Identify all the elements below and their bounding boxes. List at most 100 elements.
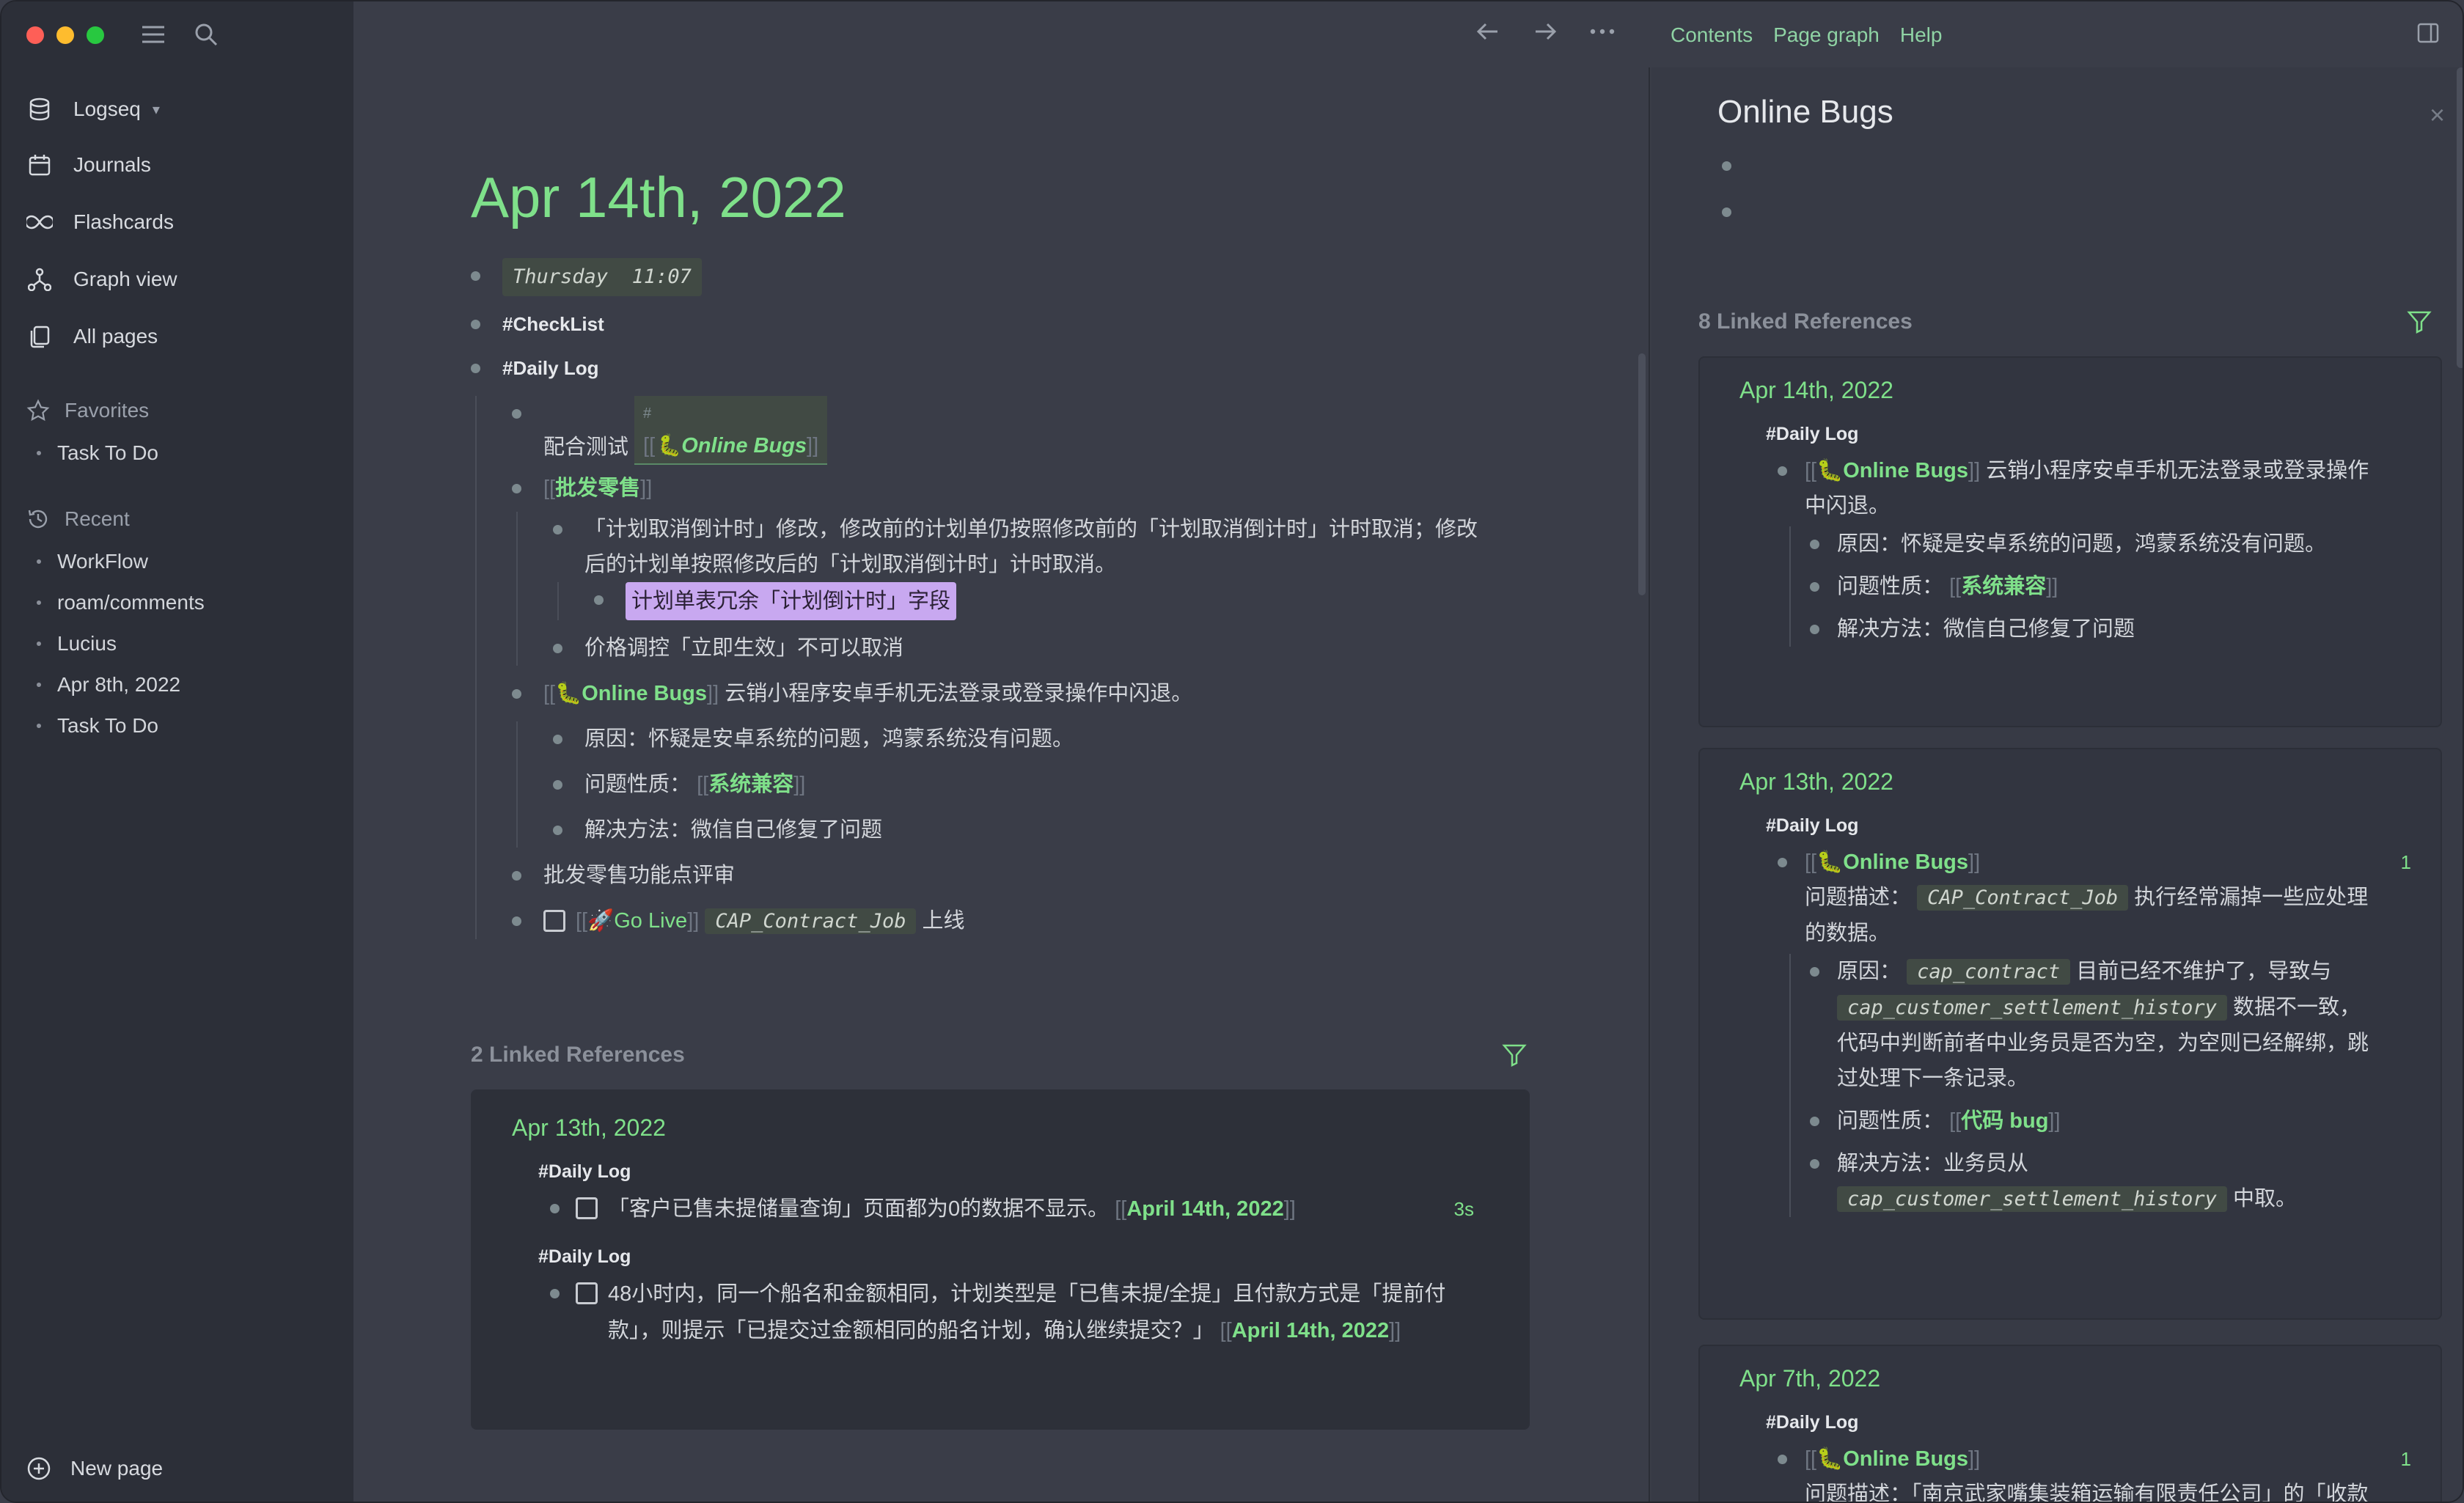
favorites-header[interactable]: Favorites (26, 389, 334, 433)
filter-icon[interactable] (1502, 1043, 1527, 1067)
golive-ref[interactable]: 🚀Go Live (587, 909, 687, 933)
block-test[interactable]: 配合测试 # [[🐛Online Bugs]] (512, 396, 1497, 465)
menu-icon[interactable] (141, 23, 166, 45)
search-icon[interactable] (194, 22, 219, 47)
recent-item[interactable]: WorkFlow (26, 541, 334, 582)
contents-link[interactable]: Contents (1671, 23, 1753, 47)
reference-block[interactable]: [[🐛Online Bugs]] 问题描述：「南京武家嘴集装箱运输有限责任公司」的… (1778, 1441, 2441, 1502)
block-online-bug[interactable]: [[🐛Online Bugs]] 云销小程序安卓手机无法登录或登录操作中闪退。 (512, 676, 1497, 711)
pifa-ref[interactable]: 批发零售 (555, 477, 640, 500)
block-checklist[interactable]: #CheckList (471, 306, 1497, 342)
block-price[interactable]: 价格调控「立即生效」不可以取消 (553, 631, 1497, 666)
right-panel-scrollbar[interactable] (2457, 67, 2463, 368)
recent-item[interactable]: Apr 8th, 2022 (26, 664, 334, 705)
new-page-button[interactable]: New page (26, 1456, 163, 1481)
recent-item[interactable]: Task To Do (26, 705, 334, 746)
block-bullet[interactable] (1722, 207, 1731, 217)
block-bullet[interactable] (1810, 582, 1819, 592)
date-ref[interactable]: April (1232, 1319, 1280, 1342)
reference-count[interactable]: 1 (2401, 845, 2411, 880)
tag-checklist[interactable]: #CheckList (502, 306, 604, 342)
block-solution[interactable]: 解决方法：微信自己修复了问题 (553, 812, 1497, 848)
embedded-ref[interactable]: # [[🐛Online Bugs]] (634, 396, 828, 465)
reference-block[interactable]: 问题性质： [[代码 bug]] (1810, 1103, 2441, 1139)
maximize-window-button[interactable] (87, 26, 104, 44)
todo-checkbox[interactable] (576, 1197, 598, 1219)
block-bullet[interactable] (471, 271, 480, 281)
block-bullet[interactable] (1722, 161, 1731, 171)
block-review[interactable]: 批发零售功能点评审 (512, 858, 1497, 893)
block-bullet[interactable] (512, 871, 521, 881)
online-bugs-ref[interactable]: 🐛Online Bugs (655, 434, 807, 457)
page-title[interactable]: Apr 14th, 2022 (471, 164, 846, 231)
block-plan-highlight[interactable]: 计划单表冗余「计划倒计时」字段 (594, 582, 1497, 620)
online-bugs-ref[interactable]: 🐛Online Bugs (555, 682, 707, 705)
recent-item[interactable]: Lucius (26, 623, 334, 664)
block-bullet[interactable] (471, 364, 480, 373)
sidebar-item-flashcards[interactable]: Flashcards (26, 194, 334, 251)
filter-icon[interactable] (2407, 309, 2432, 334)
online-bugs-ref[interactable]: 🐛Online Bugs (1816, 850, 1968, 874)
reference-page-title[interactable]: Apr 13th, 2022 (512, 1106, 1489, 1150)
block-bullet[interactable] (553, 735, 562, 744)
block-bullet[interactable] (512, 409, 521, 419)
reference-count[interactable]: 1 (2401, 1441, 2411, 1477)
block-bullet[interactable] (471, 320, 480, 329)
reference-tag[interactable]: #Daily Log (538, 1150, 1489, 1191)
reference-tag[interactable]: #Daily Log (1766, 1400, 2441, 1441)
close-icon[interactable]: × (2430, 100, 2445, 131)
nature-ref[interactable]: 系统兼容 (708, 773, 793, 796)
block-daily-log[interactable]: #Daily Log (471, 350, 1497, 386)
reference-block[interactable]: 解决方法：微信自己修复了问题 (1810, 611, 2441, 647)
right-panel-title[interactable]: Online Bugs (1717, 94, 1893, 131)
reference-block[interactable]: 原因： cap_contract 目前已经不维护了，导致与 cap_custom… (1810, 954, 2441, 1096)
reference-tag[interactable]: #Daily Log (538, 1235, 1489, 1276)
block-bullet[interactable] (1778, 1455, 1787, 1464)
sidebar-item-all-pages[interactable]: All pages (26, 308, 334, 365)
main-scrollbar[interactable] (1638, 353, 1646, 595)
block-bullet[interactable] (553, 780, 562, 790)
block-golive[interactable]: [[🚀Go Live]] CAP_Contract_Job 上线 (512, 903, 1497, 939)
reference-block[interactable]: 解决方法：业务员从 cap_customer_settlement_history… (1810, 1146, 2441, 1217)
block-bullet[interactable] (1810, 1117, 1819, 1126)
sidebar-item-journals[interactable]: Journals (26, 136, 334, 194)
reference-tag[interactable]: #Daily Log (1766, 804, 2441, 845)
reference-block[interactable]: [[🐛Online Bugs]] 云销小程序安卓手机无法登录或登录操作中闪退。 (1778, 453, 2441, 523)
recent-item[interactable]: roam/comments (26, 582, 334, 623)
block-datetime[interactable]: Thursday 11:07 (471, 258, 1497, 296)
reference-block[interactable]: 48小时内，同一个船名和金额相同，计划类型是「已售未提/全提」且付款方式是「提前… (550, 1276, 1489, 1349)
block-pifa[interactable]: [[批发零售]] (512, 471, 1497, 506)
reference-block[interactable]: 问题性质： [[系统兼容]] (1810, 569, 2441, 604)
date-ref[interactable]: 14th, 2022 (1286, 1319, 1389, 1342)
help-link[interactable]: Help (1900, 23, 1943, 47)
linked-references-count[interactable]: 2 Linked References (471, 1043, 685, 1067)
block-bullet[interactable] (550, 1204, 560, 1213)
sidebar-item-graph-view[interactable]: Graph view (26, 251, 334, 308)
block-bullet[interactable] (594, 595, 604, 605)
block-bullet[interactable] (1778, 466, 1787, 476)
online-bugs-ref[interactable]: 🐛Online Bugs (1816, 459, 1968, 482)
reference-page-title[interactable]: Apr 14th, 2022 (1739, 368, 2441, 412)
block-bullet[interactable] (1810, 1159, 1819, 1169)
block-bullet[interactable] (512, 689, 521, 699)
linked-references-count[interactable]: 8 Linked References (1698, 309, 1913, 334)
toggle-right-sidebar-icon[interactable] (2417, 22, 2439, 44)
reference-tag[interactable]: #Daily Log (1766, 412, 2441, 453)
block-reason[interactable]: 原因：怀疑是安卓系统的问题，鸿蒙系统没有问题。 (553, 721, 1497, 757)
todo-checkbox[interactable] (543, 910, 565, 932)
block-bullet[interactable] (512, 484, 521, 493)
block-bullet[interactable] (1810, 625, 1819, 634)
todo-checkbox[interactable] (576, 1282, 598, 1304)
block-bullet[interactable] (1810, 540, 1819, 549)
block-bullet[interactable] (550, 1289, 560, 1298)
block-bullet[interactable] (553, 826, 562, 835)
reference-block[interactable]: 原因：怀疑是安卓系统的问题，鸿蒙系统没有问题。 (1810, 526, 2441, 562)
block-bullet[interactable] (1778, 858, 1787, 867)
reference-block[interactable]: 「客户已售未提储量查询」页面都为0的数据不显示。 [[April 14th, 2… (550, 1191, 1489, 1227)
online-bugs-ref[interactable]: 🐛Online Bugs (1816, 1447, 1968, 1471)
close-window-button[interactable] (26, 26, 44, 44)
block-bullet[interactable] (512, 916, 521, 926)
tag-daily-log[interactable]: #Daily Log (502, 350, 598, 386)
favorite-item[interactable]: Task To Do (26, 433, 334, 474)
minimize-window-button[interactable] (56, 26, 74, 44)
